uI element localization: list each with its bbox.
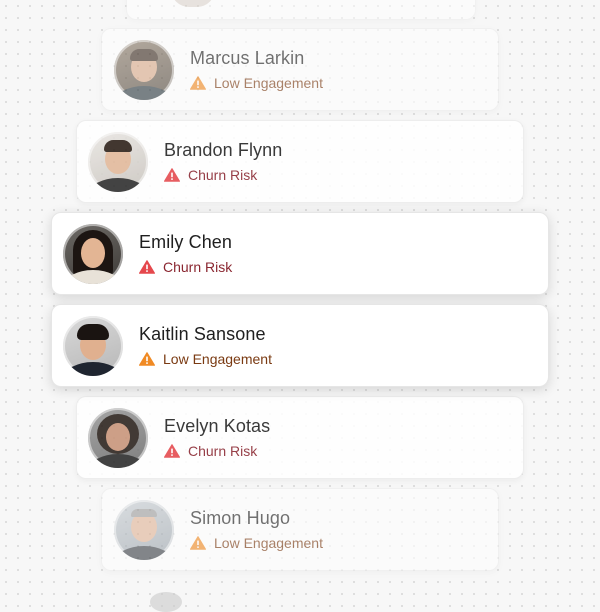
status-badge: Churn Risk (164, 443, 270, 459)
avatar (88, 407, 148, 468)
contact-name: Kaitlin Sansone (139, 324, 266, 344)
status-label: Low Engagement (214, 75, 323, 91)
status-badge: Low Engagement (190, 75, 323, 91)
contact-name: Marcus Larkin (190, 48, 305, 68)
status-badge: Low Engagement (139, 351, 272, 367)
warning-icon (164, 444, 180, 458)
status-badge: Low Engagement (190, 535, 323, 551)
contact-card[interactable]: Simon Hugo Low Engagement (101, 488, 499, 571)
status-label: Churn Risk (188, 167, 258, 183)
warning-icon (139, 352, 155, 366)
avatar (63, 315, 123, 376)
status-badge: Churn Risk (164, 167, 282, 183)
partial-avatar-bottom (150, 592, 182, 612)
contact-name: Evelyn Kotas (164, 416, 271, 436)
contact-card[interactable]: Brandon Flynn Churn Risk (76, 120, 524, 203)
warning-icon (190, 76, 206, 90)
avatar (114, 39, 174, 100)
partial-contact-card-top (126, 0, 476, 20)
contact-name: Simon Hugo (190, 508, 291, 528)
status-label: Low Engagement (214, 535, 323, 551)
warning-icon (164, 168, 180, 182)
contact-card[interactable]: Marcus Larkin Low Engagement (101, 28, 499, 111)
contact-name: Brandon Flynn (164, 140, 283, 160)
status-badge: Churn Risk (139, 259, 232, 275)
contact-card[interactable]: Evelyn Kotas Churn Risk (76, 396, 524, 479)
status-label: Churn Risk (163, 259, 233, 275)
warning-icon (190, 536, 206, 550)
status-label: Low Engagement (163, 351, 272, 367)
warning-icon (139, 260, 155, 274)
avatar (88, 131, 148, 192)
contact-card[interactable]: Kaitlin Sansone Low Engagement (51, 304, 549, 387)
avatar (171, 0, 215, 7)
contact-name: Emily Chen (139, 232, 233, 252)
status-label: Churn Risk (188, 443, 258, 459)
avatar (63, 223, 123, 284)
contact-card[interactable]: Emily Chen Churn Risk (51, 212, 549, 295)
avatar (114, 499, 174, 560)
